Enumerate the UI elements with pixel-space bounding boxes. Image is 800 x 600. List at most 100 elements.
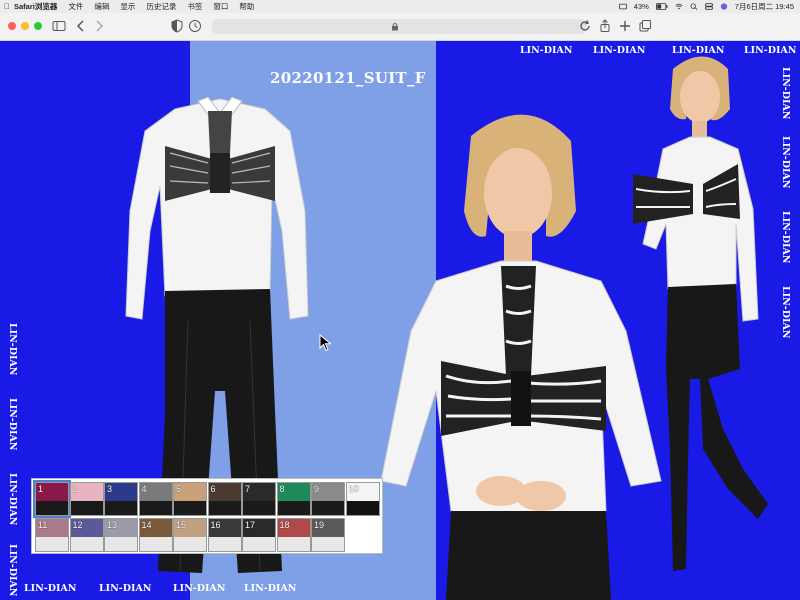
watermark-text: LIN-DIAN (780, 67, 791, 120)
menu-app-name[interactable]: Safari浏览器 (14, 1, 57, 12)
swatch-number: 5 (176, 484, 182, 494)
menu-view[interactable]: 显示 (120, 1, 135, 12)
color-swatch[interactable]: 1 (33, 480, 71, 518)
swatch-bottom-color (105, 536, 137, 551)
swatch-number: 15 (176, 520, 187, 530)
menu-history[interactable]: 历史记录 (146, 1, 176, 12)
watermark-text: LIN-DIAN (173, 583, 226, 594)
watermark-text: LIN-DIAN (24, 583, 77, 594)
model-full-body-image (633, 56, 768, 571)
swatch-bottom-color (139, 500, 172, 515)
mouse-cursor-icon (319, 334, 332, 352)
apple-menu-icon[interactable]:  (0, 2, 14, 11)
color-swatch[interactable]: 3 (104, 482, 138, 516)
color-swatch[interactable]: 4 (138, 482, 173, 516)
watermark-text: LIN-DIAN (780, 136, 791, 189)
watermark-text: LIN-DIAN (7, 544, 18, 597)
swatch-number: 3 (107, 484, 113, 494)
swatch-bottom-color (36, 500, 68, 515)
watermark-text: LIN-DIAN (744, 45, 797, 56)
swatch-bottom-color (208, 536, 241, 551)
status-icon[interactable] (618, 3, 627, 10)
color-swatch[interactable]: 10 (345, 482, 380, 516)
tab-overview-icon[interactable] (638, 19, 652, 33)
watermark-text: LIN-DIAN (593, 45, 646, 56)
reload-icon[interactable] (578, 19, 592, 33)
color-swatch[interactable]: 2 (69, 482, 104, 516)
color-swatch[interactable]: 9 (311, 482, 345, 516)
swatch-number: 4 (141, 484, 147, 494)
battery-icon[interactable] (655, 3, 668, 10)
color-swatch[interactable]: 17 (242, 518, 276, 552)
color-swatch[interactable]: 12 (69, 518, 104, 552)
swatch-number: 9 (314, 484, 320, 494)
swatch-bottom-color (36, 536, 68, 551)
color-swatch[interactable]: 14 (138, 518, 173, 552)
menu-clock[interactable]: 7月6日周二 19:45 (735, 1, 794, 12)
color-swatch[interactable]: 19 (311, 518, 345, 552)
swatch-bottom-color (174, 536, 206, 551)
menu-bar:  Safari浏览器 文件 编辑 显示 历史记录 书签 窗口 帮助 43% 7… (0, 0, 800, 13)
swatch-bottom-color (346, 500, 379, 515)
address-bar[interactable] (212, 19, 586, 34)
swatch-bottom-color (277, 500, 310, 515)
color-swatch[interactable]: 7 (242, 482, 276, 516)
swatch-number: 14 (141, 520, 152, 530)
new-tab-icon[interactable] (618, 19, 632, 33)
privacy-shield-icon[interactable] (170, 19, 184, 33)
swatch-bottom-color (312, 536, 344, 551)
swatch-bottom-color (105, 500, 137, 515)
sidebar-toggle-icon[interactable] (52, 19, 66, 33)
swatch-bottom-color (243, 536, 275, 551)
control-center-icon[interactable] (704, 3, 713, 10)
menu-help[interactable]: 帮助 (239, 1, 254, 12)
browser-toolbar (0, 13, 800, 41)
menu-edit[interactable]: 编辑 (94, 1, 109, 12)
model-front-image (380, 114, 662, 600)
swatch-bottom-color (243, 500, 275, 515)
battery-percent: 43% (633, 2, 649, 11)
watermark-text: LIN-DIAN (244, 583, 297, 594)
close-window-icon[interactable] (8, 22, 16, 30)
color-swatch[interactable]: 13 (104, 518, 138, 552)
swatch-number: 16 (210, 520, 221, 530)
watermark-text: LIN-DIAN (7, 398, 18, 451)
watermark-text: LIN-DIAN (7, 473, 18, 526)
color-swatch[interactable]: 5 (173, 482, 207, 516)
zoom-window-icon[interactable] (34, 22, 42, 30)
share-icon[interactable] (598, 19, 612, 33)
menu-file[interactable]: 文件 (68, 1, 83, 12)
swatch-number: 6 (210, 484, 216, 494)
watermark-text: LIN-DIAN (780, 211, 791, 264)
swatch-number: 18 (279, 520, 290, 530)
swatch-number: 19 (314, 520, 325, 530)
color-swatch[interactable]: 8 (276, 482, 311, 516)
siri-icon[interactable] (720, 3, 728, 10)
menu-window[interactable]: 窗口 (213, 1, 228, 12)
color-swatch[interactable]: 16 (207, 518, 242, 552)
lock-icon (392, 22, 398, 31)
swatch-number: 8 (279, 484, 285, 494)
color-swatch[interactable]: 6 (207, 482, 242, 516)
swatch-number: 7 (245, 484, 251, 494)
minimize-window-icon[interactable] (21, 22, 29, 30)
swatch-number: 1 (38, 484, 44, 494)
swatch-number: 17 (245, 520, 256, 530)
page-title: 20220121_SUIT_F (270, 69, 426, 87)
color-swatch[interactable]: 18 (276, 518, 311, 552)
search-icon[interactable] (690, 3, 698, 10)
color-swatch[interactable]: 15 (173, 518, 207, 552)
swatch-number: 13 (107, 520, 118, 530)
menu-bookmarks[interactable]: 书签 (187, 1, 202, 12)
swatch-bottom-color (70, 500, 103, 515)
swatch-number: 11 (38, 520, 48, 530)
back-icon[interactable] (74, 19, 88, 33)
color-swatch[interactable]: 11 (35, 518, 69, 552)
web-content: 20220121_SUIT_F LIN-DIAN LIN-DIAN LIN-DI… (0, 41, 800, 600)
wifi-icon[interactable] (675, 3, 683, 10)
watermark-text: LIN-DIAN (7, 323, 18, 376)
forward-icon[interactable] (92, 19, 106, 33)
history-clock-icon[interactable] (188, 19, 202, 33)
swatch-bottom-color (208, 500, 241, 515)
swatch-number: 12 (72, 520, 83, 530)
